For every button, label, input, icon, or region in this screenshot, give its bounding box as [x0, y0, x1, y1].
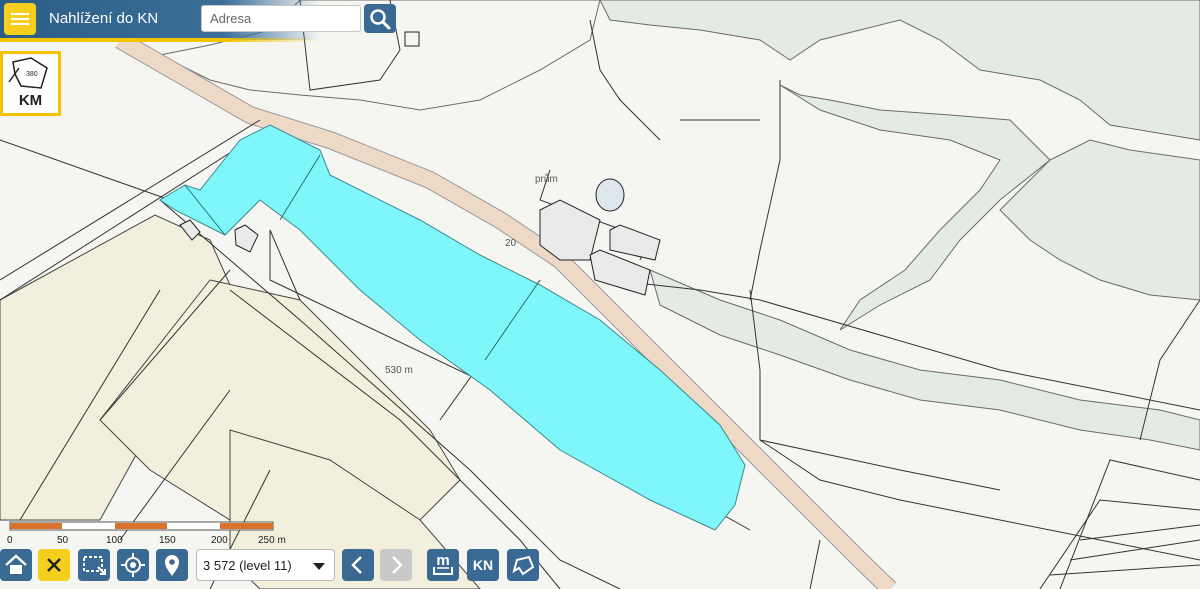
kn-label: KN: [472, 557, 494, 573]
building-label: prům: [535, 173, 558, 185]
menu-icon: [11, 13, 29, 15]
address-search-input[interactable]: [201, 5, 361, 32]
scale-label: 150: [159, 535, 176, 546]
scale-label: 0: [7, 535, 13, 546]
scale-label: 200: [211, 535, 228, 546]
km-layer-toggle[interactable]: 380 KM: [0, 51, 61, 116]
scale-label: 50: [57, 535, 69, 546]
locate-button[interactable]: [117, 549, 149, 581]
chevron-left-icon: [351, 556, 362, 574]
kn-button[interactable]: KN: [467, 549, 499, 581]
measure-icon: [433, 567, 453, 575]
marker-button[interactable]: [156, 549, 188, 581]
chevron-down-icon: [313, 563, 325, 570]
header-accent-strip: [0, 38, 320, 42]
locate-icon: [121, 553, 145, 577]
select-area-icon: [83, 556, 106, 575]
home-button[interactable]: [0, 549, 32, 581]
menu-icon-bar: [11, 23, 29, 25]
road-length-label: 530 m: [385, 365, 413, 376]
select-area-button[interactable]: [78, 549, 110, 581]
close-icon: [47, 558, 61, 572]
parcel-number: 380: [26, 71, 38, 78]
scale-bar: [9, 521, 274, 531]
marker-icon: [165, 555, 179, 576]
zoom-level-value: 3 572 (level 11): [203, 558, 292, 573]
menu-button[interactable]: [4, 3, 36, 35]
parcel-map-icon: 380: [8, 57, 48, 89]
clear-button[interactable]: [38, 549, 70, 581]
cadastral-map[interactable]: prům 20 530 m: [0, 0, 1200, 589]
polygon-button[interactable]: [507, 549, 539, 581]
measure-button[interactable]: m: [427, 549, 459, 581]
search-icon: [370, 9, 391, 30]
chevron-right-icon: [392, 556, 403, 574]
scale-label: 100: [106, 535, 123, 546]
home-icon: [5, 554, 27, 574]
search-button[interactable]: [364, 4, 396, 33]
app-title: Nahlížení do KN: [49, 10, 159, 27]
previous-button[interactable]: [342, 549, 374, 581]
next-button[interactable]: [380, 549, 412, 581]
menu-icon-bar: [11, 18, 29, 20]
km-label: KM: [18, 92, 43, 109]
scale-label: 250 m: [258, 535, 286, 546]
zoom-level-select[interactable]: 3 572 (level 11): [196, 549, 335, 581]
polygon-icon: [512, 555, 535, 576]
elevation-label: 20: [505, 238, 517, 249]
